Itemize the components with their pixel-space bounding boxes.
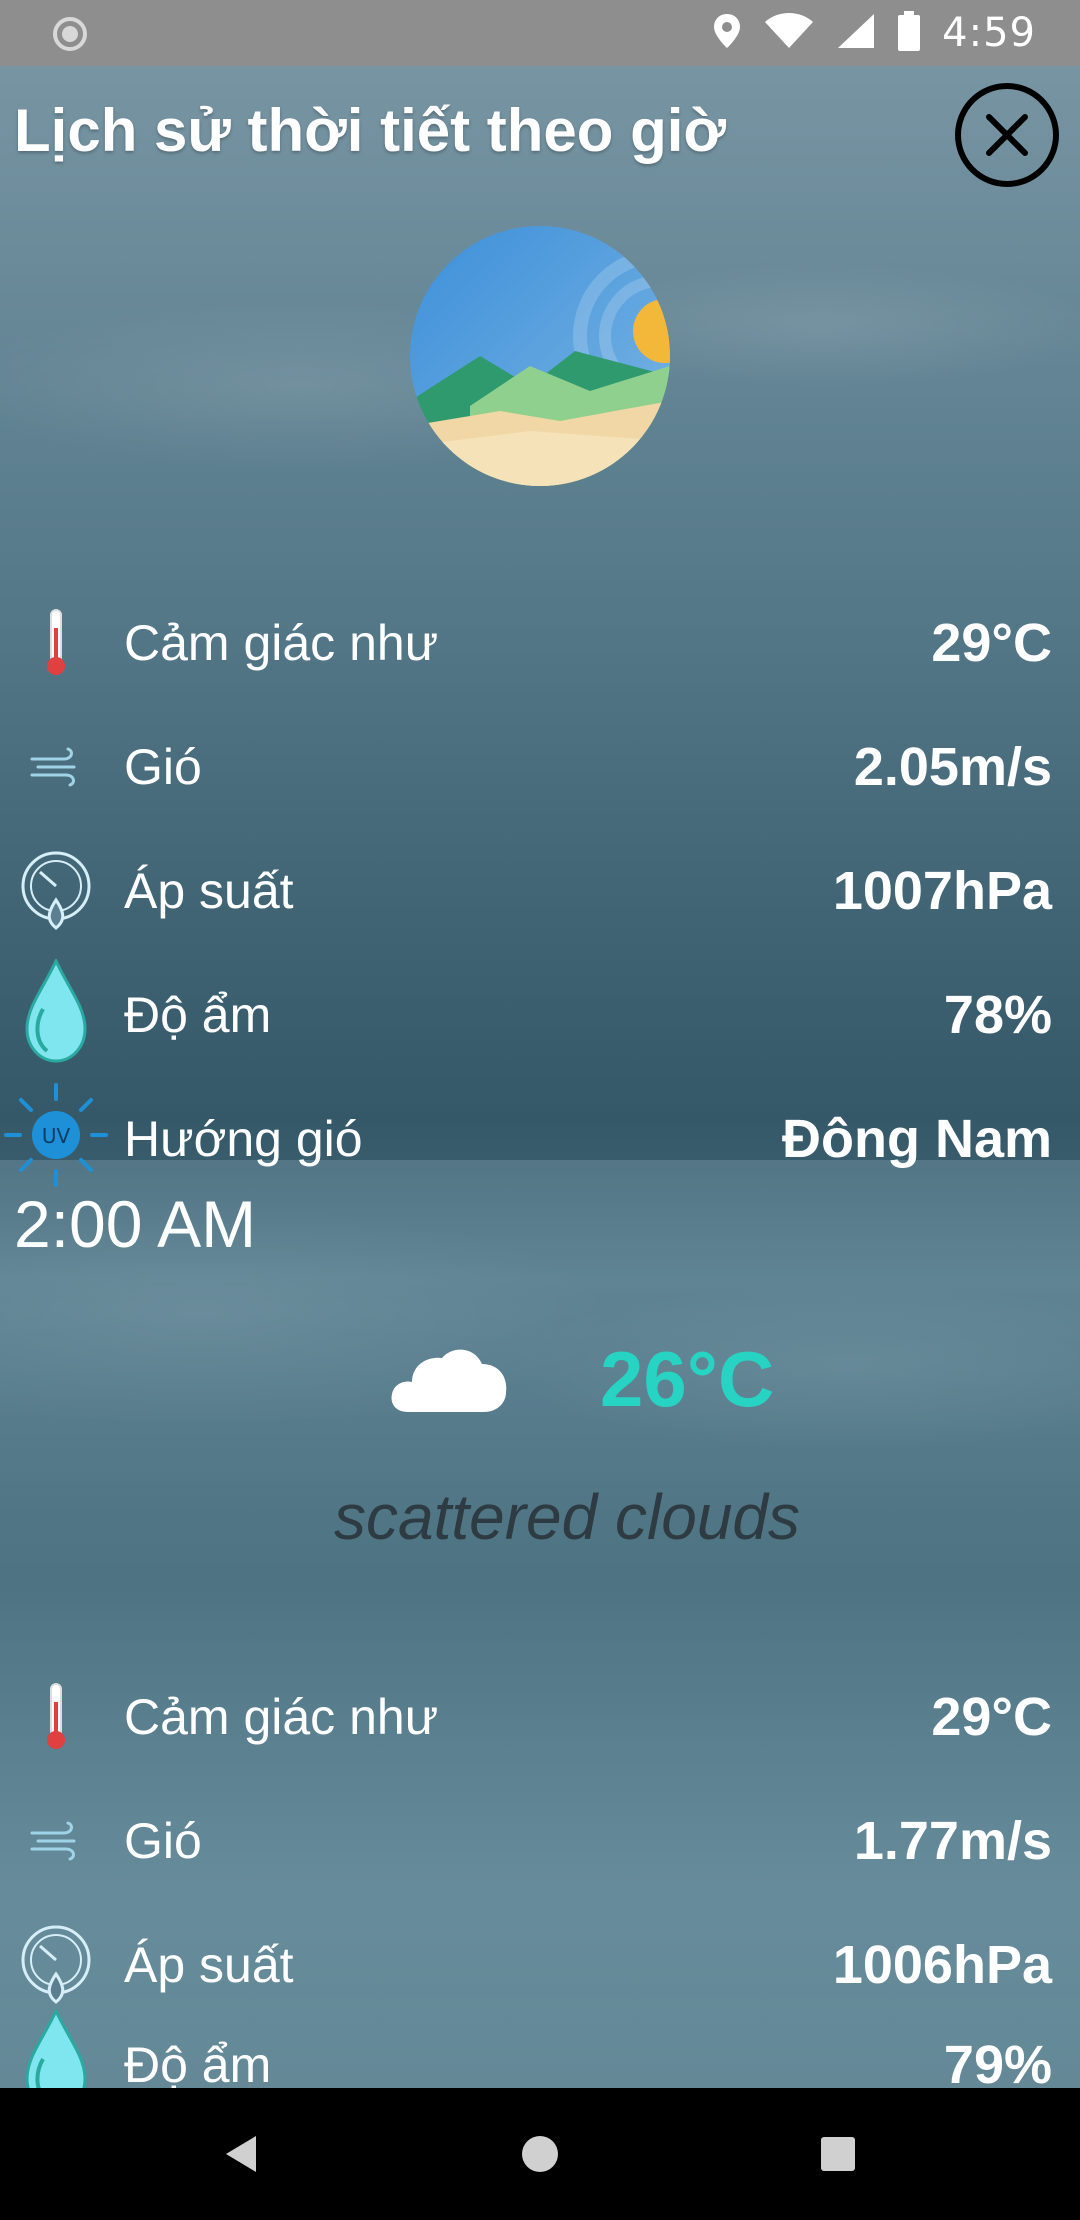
home-button[interactable] — [510, 2124, 570, 2184]
wind-icon — [14, 724, 98, 810]
wifi-icon — [764, 12, 814, 55]
row-value: 29°C — [931, 1687, 1052, 1747]
row-value: 2.05m/s — [853, 737, 1052, 797]
pressure-gauge-icon — [14, 1922, 98, 2008]
status-bar: 4:59 — [0, 0, 1080, 66]
thermometer-icon — [14, 600, 98, 686]
row-label: Hướng gió — [124, 1111, 363, 1167]
close-icon — [955, 83, 1059, 187]
signal-icon — [836, 12, 876, 55]
humidity-row: Độ ẩm 78% — [0, 959, 1080, 1070]
svg-text:UV: UV — [42, 1124, 71, 1148]
pressure-row: Áp suất 1007hPa — [0, 836, 1080, 946]
back-icon — [226, 2136, 256, 2172]
pressure-row: Áp suất 1006hPa — [0, 1910, 1080, 2020]
row-value: Đông Nam — [782, 1109, 1052, 1169]
row-label: Độ ẩm — [124, 987, 272, 1043]
row-label: Áp suất — [124, 863, 294, 919]
hourly-temperature: 26°C — [600, 1335, 775, 1423]
wind-direction-row: UV Hướng gió Đông Nam — [0, 1083, 1080, 1194]
location-icon — [712, 12, 742, 55]
row-label: Áp suất — [124, 1937, 294, 1993]
feels-like-row: Cảm giác như 29°C — [0, 588, 1080, 698]
cloud-icon — [388, 1336, 510, 1416]
thermometer-icon — [14, 1674, 98, 1760]
uv-sun-icon: UV — [4, 1083, 108, 1187]
row-label: Gió — [124, 1813, 202, 1869]
humidity-drop-icon — [14, 2009, 98, 2088]
row-value: 78% — [943, 985, 1052, 1045]
battery-icon — [898, 10, 921, 56]
weather-history-screen[interactable]: Lịch sử thời tiết theo giờ Cảm giác như … — [0, 66, 1080, 2088]
back-button[interactable] — [212, 2124, 272, 2184]
row-value: 79% — [943, 2035, 1052, 2088]
recents-button[interactable] — [808, 2124, 868, 2184]
wind-row: Gió 2.05m/s — [0, 712, 1080, 822]
recents-icon — [821, 2137, 855, 2171]
humidity-row: Độ ẩm 79% — [0, 2009, 1080, 2088]
home-icon — [522, 2136, 558, 2172]
sync-icon — [52, 16, 88, 52]
landscape-sun-illustration — [410, 226, 670, 486]
status-time: 4:59 — [942, 10, 1036, 56]
wind-row: Gió 1.77m/s — [0, 1786, 1080, 1896]
weather-description: scattered clouds — [333, 1481, 801, 1553]
wind-icon — [14, 1798, 98, 1884]
page-title: Lịch sử thời tiết theo giờ — [14, 97, 727, 164]
row-label: Gió — [124, 739, 202, 795]
row-value: 29°C — [931, 613, 1052, 673]
row-value: 1007hPa — [832, 861, 1052, 921]
row-label: Cảm giác như — [124, 1689, 439, 1745]
row-label: Độ ẩm — [124, 2037, 272, 2088]
row-value: 1006hPa — [832, 1935, 1052, 1995]
feels-like-row: Cảm giác như 29°C — [0, 1662, 1080, 1772]
navigation-bar — [0, 2088, 1080, 2220]
pressure-gauge-icon — [14, 848, 98, 934]
close-button[interactable] — [954, 82, 1060, 188]
hour-time: 2:00 AM — [14, 1187, 257, 1261]
row-value: 1.77m/s — [853, 1811, 1052, 1871]
humidity-drop-icon — [14, 959, 98, 1063]
row-label: Cảm giác như — [124, 615, 439, 671]
